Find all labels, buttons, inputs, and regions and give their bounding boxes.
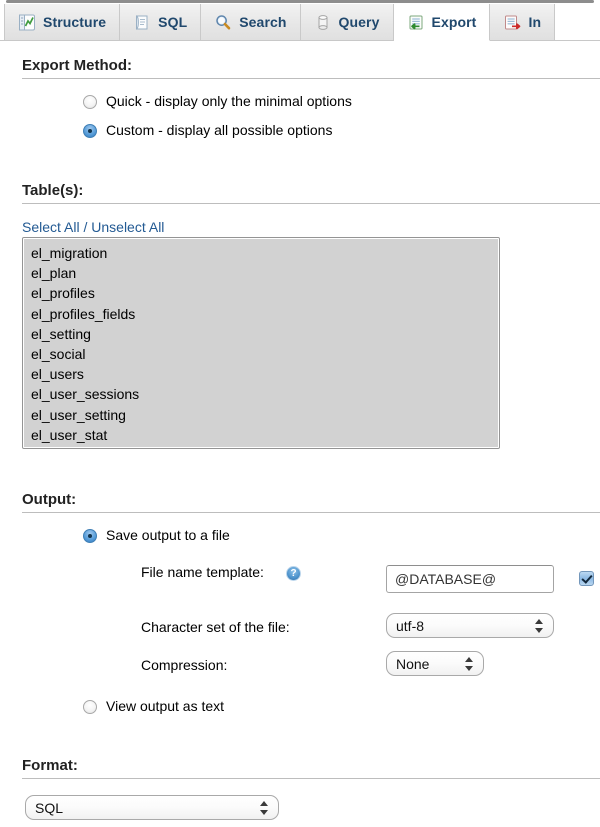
list-item[interactable]: el_plan bbox=[23, 263, 499, 283]
format-heading: Format: bbox=[22, 757, 78, 774]
tables-heading: Table(s): bbox=[22, 182, 84, 199]
compression-select[interactable]: None bbox=[386, 651, 484, 676]
chevron-updown-icon bbox=[463, 656, 476, 672]
charset-label: Character set of the file: bbox=[141, 619, 290, 635]
radio-custom-label: Custom - display all possible options bbox=[106, 122, 333, 138]
tables-listbox[interactable]: el_migration el_plan el_profiles el_prof… bbox=[22, 237, 500, 449]
file-name-template-label: File name template: bbox=[141, 564, 264, 580]
remember-template-checkbox[interactable] bbox=[579, 571, 594, 586]
tab-structure[interactable]: Structure bbox=[4, 4, 121, 40]
tab-query[interactable]: Query bbox=[300, 4, 394, 40]
help-icon[interactable]: ? bbox=[286, 566, 301, 581]
unselect-all-link[interactable]: Unselect All bbox=[91, 219, 164, 235]
tables-rule bbox=[22, 203, 600, 204]
compression-label: Compression: bbox=[141, 657, 228, 673]
list-item[interactable]: el_users bbox=[23, 364, 499, 384]
help-icon-glyph: ? bbox=[290, 568, 297, 579]
compression-select-value: None bbox=[396, 655, 430, 672]
export-method-heading: Export Method: bbox=[22, 57, 132, 74]
query-icon bbox=[314, 14, 332, 31]
select-all-link[interactable]: Select All bbox=[22, 219, 80, 235]
radio-save-to-file[interactable] bbox=[83, 529, 97, 543]
list-item[interactable]: el_user_stat bbox=[23, 425, 499, 445]
tab-search[interactable]: Search bbox=[201, 4, 301, 40]
export-method-rule bbox=[22, 78, 600, 79]
list-item[interactable]: el_migration bbox=[23, 243, 499, 263]
scroll-thumb[interactable] bbox=[6, 0, 594, 3]
chevron-updown-icon bbox=[258, 800, 271, 816]
output-rule bbox=[22, 512, 600, 513]
import-icon bbox=[503, 14, 521, 31]
tab-import-label: In bbox=[528, 14, 542, 30]
tab-query-label: Query bbox=[338, 14, 380, 30]
tab-structure-label: Structure bbox=[43, 14, 107, 30]
charset-select-value: utf-8 bbox=[396, 617, 425, 634]
select-all-links: Select All / Unselect All bbox=[22, 219, 164, 235]
search-icon bbox=[214, 14, 232, 31]
tab-sql-label: SQL bbox=[158, 14, 188, 30]
list-item[interactable]: el_user_setting bbox=[23, 405, 499, 425]
radio-view-as-text-label: View output as text bbox=[106, 698, 225, 714]
list-item[interactable]: el_profiles bbox=[23, 283, 499, 303]
tab-search-label: Search bbox=[239, 14, 287, 30]
sql-icon bbox=[133, 14, 151, 31]
tab-export[interactable]: Export bbox=[393, 4, 491, 41]
radio-view-as-text[interactable] bbox=[83, 700, 97, 714]
tab-export-label: Export bbox=[431, 14, 477, 30]
radio-quick[interactable] bbox=[83, 95, 97, 109]
radio-custom[interactable] bbox=[83, 124, 97, 138]
links-separator: / bbox=[79, 219, 92, 235]
radio-quick-label: Quick - display only the minimal options bbox=[106, 93, 352, 109]
radio-save-to-file-label: Save output to a file bbox=[106, 527, 230, 543]
output-heading: Output: bbox=[22, 491, 77, 508]
tab-import[interactable]: In bbox=[490, 4, 556, 40]
structure-icon bbox=[18, 14, 36, 31]
list-item[interactable]: el_social bbox=[23, 344, 499, 364]
chevron-updown-icon bbox=[533, 618, 546, 634]
navigation-tabbar: Structure SQL Search Query Export In bbox=[0, 4, 600, 41]
list-item[interactable]: el_setting bbox=[23, 324, 499, 344]
list-item[interactable]: el_user_sessions bbox=[23, 384, 499, 404]
format-rule bbox=[22, 778, 600, 779]
list-item[interactable]: el_profiles_fields bbox=[23, 304, 499, 324]
file-name-template-input[interactable] bbox=[386, 565, 554, 593]
tab-sql[interactable]: SQL bbox=[120, 4, 202, 40]
export-icon bbox=[407, 14, 425, 31]
charset-select[interactable]: utf-8 bbox=[386, 613, 554, 638]
format-select-value: SQL bbox=[35, 799, 64, 816]
format-select[interactable]: SQL bbox=[25, 795, 279, 820]
